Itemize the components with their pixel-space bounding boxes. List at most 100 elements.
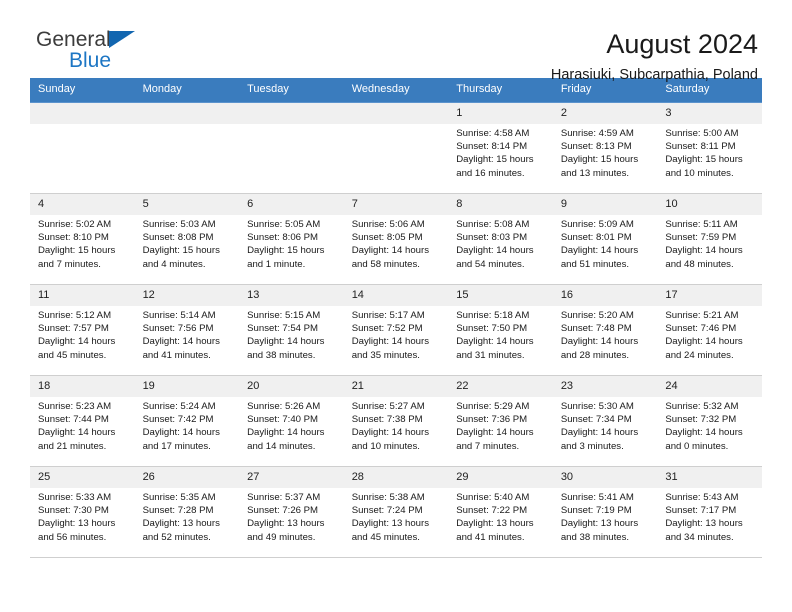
calendar-day-cell[interactable]: 6 Sunrise: 5:05 AM Sunset: 8:06 PM Daylight…: [239, 193, 344, 285]
calendar-day-cell[interactable]: 2 Sunrise: 4:59 AM Sunset: 8:13 PM Daylight…: [552, 102, 658, 194]
day-number: 11: [30, 285, 135, 306]
calendar-day-cell[interactable]: 12 Sunrise: 5:14 AM Sunset: 7:56 PM Dayligh…: [134, 284, 240, 376]
cell-inner: 31 Sunrise: 5:43 AM Sunset: 7:17 PM Dayligh…: [657, 467, 762, 557]
day-number: 20: [239, 376, 344, 397]
calendar-day-cell[interactable]: 18 Sunrise: 5:23 AM Sunset: 7:44 PM Dayligh…: [30, 375, 135, 467]
cell-inner: 13 Sunrise: 5:15 AM Sunset: 7:54 PM Dayligh…: [239, 285, 344, 375]
calendar-day-cell[interactable]: 24 Sunrise: 5:32 AM Sunset: 7:32 PM Dayligh…: [657, 375, 762, 467]
sunrise-text: Sunrise: 5:24 AM: [142, 401, 216, 412]
day-number: 29: [448, 467, 553, 488]
day-details: Sunrise: 5:24 AM Sunset: 7:42 PM Daylight:…: [135, 397, 240, 453]
day-details: Sunrise: 5:26 AM Sunset: 7:40 PM Daylight:…: [239, 397, 344, 453]
day-number: 17: [657, 285, 762, 306]
day-number: 22: [448, 376, 553, 397]
day-details: Sunrise: 4:58 AM Sunset: 8:14 PM Daylight:…: [448, 124, 553, 180]
calendar-day-cell[interactable]: 28 Sunrise: 5:38 AM Sunset: 7:24 PM Dayligh…: [343, 466, 449, 558]
weekday-header-thursday: Thursday: [448, 78, 553, 103]
calendar-day-cell[interactable]: 27 Sunrise: 5:37 AM Sunset: 7:26 PM Dayligh…: [239, 466, 344, 558]
calendar-day-cell[interactable]: 23 Sunrise: 5:30 AM Sunset: 7:34 PM Dayligh…: [552, 375, 658, 467]
calendar-day-cell[interactable]: 25 Sunrise: 5:33 AM Sunset: 7:30 PM Dayligh…: [30, 466, 135, 558]
day-number: 9: [552, 194, 658, 215]
calendar-day-cell[interactable]: 1 Sunrise: 4:58 AM Sunset: 8:14 PM Daylight…: [448, 102, 553, 194]
sunrise-text: Sunrise: 5:33 AM: [38, 492, 112, 503]
calendar-week-row: 25 Sunrise: 5:33 AM Sunset: 7:30 PM Dayligh…: [30, 466, 762, 558]
daylight-text: Daylight: 14 hours and 3 minutes.: [560, 427, 639, 452]
cell-inner: [134, 103, 240, 193]
calendar-day-cell[interactable]: 20 Sunrise: 5:26 AM Sunset: 7:40 PM Dayligh…: [239, 375, 344, 467]
sunrise-text: Sunrise: 5:38 AM: [351, 492, 425, 503]
day-details: Sunrise: 5:18 AM Sunset: 7:50 PM Daylight:…: [448, 306, 553, 362]
day-details: Sunrise: 5:11 AM Sunset: 7:59 PM Daylight:…: [657, 215, 762, 271]
calendar-day-cell[interactable]: 3 Sunrise: 5:00 AM Sunset: 8:11 PM Daylight…: [657, 102, 762, 194]
day-number: [343, 103, 449, 124]
day-details: Sunrise: 5:20 AM Sunset: 7:48 PM Daylight:…: [553, 306, 658, 362]
daylight-text: Daylight: 14 hours and 35 minutes.: [351, 336, 430, 361]
cell-inner: 7 Sunrise: 5:06 AM Sunset: 8:05 PM Daylight…: [343, 194, 449, 284]
sunset-text: Sunset: 7:42 PM: [142, 414, 214, 426]
sunrise-text: Sunrise: 5:40 AM: [456, 492, 530, 503]
cell-inner: 19 Sunrise: 5:24 AM Sunset: 7:42 PM Dayligh…: [134, 376, 240, 466]
sunrise-text: Sunrise: 5:20 AM: [560, 310, 634, 321]
day-details: Sunrise: 5:33 AM Sunset: 7:30 PM Daylight:…: [30, 488, 135, 544]
cell-inner: 10 Sunrise: 5:11 AM Sunset: 7:59 PM Dayligh…: [657, 194, 762, 284]
cell-inner: 16 Sunrise: 5:20 AM Sunset: 7:48 PM Dayligh…: [552, 285, 658, 375]
calendar-day-cell[interactable]: 14 Sunrise: 5:17 AM Sunset: 7:52 PM Dayligh…: [343, 284, 449, 376]
day-number: 5: [134, 194, 240, 215]
calendar-day-cell[interactable]: 11 Sunrise: 5:12 AM Sunset: 7:57 PM Dayligh…: [30, 284, 135, 376]
calendar-body: 1 Sunrise: 4:58 AM Sunset: 8:14 PM Daylight…: [30, 102, 762, 558]
calendar-cell-empty: [343, 102, 449, 194]
daylight-text: Daylight: 14 hours and 17 minutes.: [142, 427, 220, 452]
calendar-day-cell[interactable]: 29 Sunrise: 5:40 AM Sunset: 7:22 PM Dayligh…: [448, 466, 553, 558]
day-details: Sunrise: 5:15 AM Sunset: 7:54 PM Daylight:…: [239, 306, 344, 362]
calendar-day-cell[interactable]: 26 Sunrise: 5:35 AM Sunset: 7:28 PM Dayligh…: [134, 466, 240, 558]
day-number: 2: [552, 103, 658, 124]
sunrise-text: Sunrise: 5:08 AM: [456, 219, 530, 230]
cell-inner: 30 Sunrise: 5:41 AM Sunset: 7:19 PM Dayligh…: [552, 467, 658, 557]
calendar-day-cell[interactable]: 16 Sunrise: 5:20 AM Sunset: 7:48 PM Dayligh…: [552, 284, 658, 376]
logo-text-blue: Blue: [69, 49, 112, 72]
sunset-text: Sunset: 7:22 PM: [456, 505, 528, 517]
calendar-page: General Blue August 2024 Harasiuki, Subc…: [0, 0, 792, 612]
general-blue-logo[interactable]: General Blue: [30, 28, 170, 80]
calendar-day-cell[interactable]: 13 Sunrise: 5:15 AM Sunset: 7:54 PM Dayligh…: [239, 284, 344, 376]
calendar-day-cell[interactable]: 8 Sunrise: 5:08 AM Sunset: 8:03 PM Daylight…: [448, 193, 553, 285]
calendar-day-cell[interactable]: 15 Sunrise: 5:18 AM Sunset: 7:50 PM Dayligh…: [448, 284, 553, 376]
daylight-text: Daylight: 13 hours and 45 minutes.: [351, 518, 430, 543]
calendar-day-cell[interactable]: 10 Sunrise: 5:11 AM Sunset: 7:59 PM Dayligh…: [657, 193, 762, 285]
sunset-text: Sunset: 8:06 PM: [247, 232, 319, 244]
daylight-text: Daylight: 14 hours and 45 minutes.: [38, 336, 116, 361]
sunset-text: Sunset: 8:14 PM: [456, 141, 528, 153]
sunset-text: Sunset: 7:52 PM: [351, 323, 423, 335]
cell-inner: 23 Sunrise: 5:30 AM Sunset: 7:34 PM Dayligh…: [552, 376, 658, 466]
daylight-text: Daylight: 14 hours and 58 minutes.: [351, 245, 430, 270]
day-number: 3: [657, 103, 762, 124]
sunrise-text: Sunrise: 5:43 AM: [665, 492, 739, 503]
weekday-header-wednesday: Wednesday: [343, 78, 449, 103]
cell-inner: 18 Sunrise: 5:23 AM Sunset: 7:44 PM Dayligh…: [30, 376, 135, 466]
cell-inner: 21 Sunrise: 5:27 AM Sunset: 7:38 PM Dayligh…: [343, 376, 449, 466]
sunrise-text: Sunrise: 5:17 AM: [351, 310, 425, 321]
calendar-day-cell[interactable]: 4 Sunrise: 5:02 AM Sunset: 8:10 PM Daylight…: [30, 193, 135, 285]
weekday-header-tuesday: Tuesday: [239, 78, 344, 103]
day-details: Sunrise: 5:43 AM Sunset: 7:17 PM Daylight:…: [657, 488, 762, 544]
cell-inner: 14 Sunrise: 5:17 AM Sunset: 7:52 PM Dayligh…: [343, 285, 449, 375]
calendar-day-cell[interactable]: 22 Sunrise: 5:29 AM Sunset: 7:36 PM Dayligh…: [448, 375, 553, 467]
daylight-text: Daylight: 15 hours and 7 minutes.: [38, 245, 116, 270]
sunrise-text: Sunrise: 5:09 AM: [560, 219, 634, 230]
calendar-day-cell[interactable]: 5 Sunrise: 5:03 AM Sunset: 8:08 PM Daylight…: [134, 193, 240, 285]
sunset-text: Sunset: 8:11 PM: [665, 141, 736, 153]
sunrise-text: Sunrise: 5:12 AM: [38, 310, 112, 321]
calendar-day-cell[interactable]: 31 Sunrise: 5:43 AM Sunset: 7:17 PM Dayligh…: [657, 466, 762, 558]
day-details: Sunrise: 5:27 AM Sunset: 7:38 PM Daylight:…: [344, 397, 449, 453]
sunset-text: Sunset: 7:34 PM: [560, 414, 632, 426]
calendar-day-cell[interactable]: 17 Sunrise: 5:21 AM Sunset: 7:46 PM Dayligh…: [657, 284, 762, 376]
calendar-day-cell[interactable]: 9 Sunrise: 5:09 AM Sunset: 8:01 PM Daylight…: [552, 193, 658, 285]
calendar-cell-empty: [134, 102, 240, 194]
calendar-day-cell[interactable]: 30 Sunrise: 5:41 AM Sunset: 7:19 PM Dayligh…: [552, 466, 658, 558]
sunrise-text: Sunrise: 5:06 AM: [351, 219, 425, 230]
calendar-day-cell[interactable]: 19 Sunrise: 5:24 AM Sunset: 7:42 PM Dayligh…: [134, 375, 240, 467]
day-details: Sunrise: 5:17 AM Sunset: 7:52 PM Daylight:…: [344, 306, 449, 362]
day-number: 21: [343, 376, 449, 397]
calendar-day-cell[interactable]: 21 Sunrise: 5:27 AM Sunset: 7:38 PM Dayligh…: [343, 375, 449, 467]
calendar-day-cell[interactable]: 7 Sunrise: 5:06 AM Sunset: 8:05 PM Daylight…: [343, 193, 449, 285]
